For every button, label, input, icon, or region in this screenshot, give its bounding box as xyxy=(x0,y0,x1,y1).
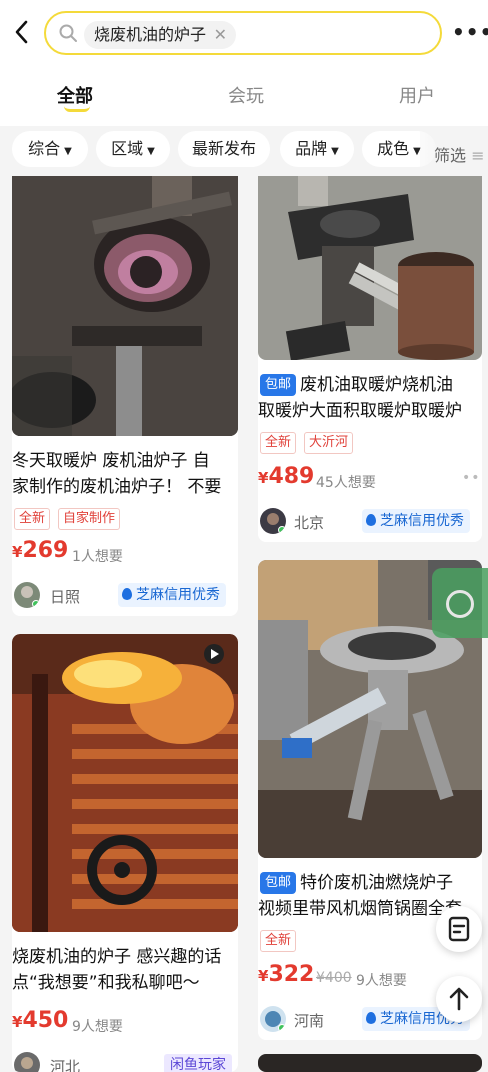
want-count: 1人想要 xyxy=(72,549,123,565)
sesame-credit-icon xyxy=(366,1012,376,1024)
tab-users[interactable]: 用户 xyxy=(399,82,435,108)
filter-latest[interactable]: 最新发布 xyxy=(178,131,270,167)
seller-location: 日照 xyxy=(50,588,81,606)
avatar[interactable] xyxy=(260,1006,286,1032)
online-dot xyxy=(278,526,286,534)
tab-all[interactable]: 全部 xyxy=(57,82,93,108)
caret-down-icon: ▼ xyxy=(64,146,72,157)
credit-badge: 芝麻信用优秀 xyxy=(362,509,470,533)
tab-fun[interactable]: 会玩 xyxy=(228,82,264,108)
more-dots-icon[interactable]: ••• xyxy=(462,470,482,486)
search-query-chip[interactable]: 烧废机油的炉子 ✕ xyxy=(84,21,237,49)
avatar[interactable] xyxy=(14,1052,40,1072)
filter-screen[interactable]: 筛选 ≡ xyxy=(434,142,485,166)
product-title[interactable]: 烧废机油的炉子 感兴趣的话 点“我想要”和我私聊吧～ xyxy=(12,944,238,996)
want-count: 9人想要 xyxy=(72,1019,123,1035)
seller-location: 北京 xyxy=(294,514,325,532)
search-query-text: 烧废机油的炉子 xyxy=(94,25,207,44)
product-card[interactable]: 冬天取暖炉 废机油炉子 自 家制作的废机油炉子！ 不要 全新 自家制作 ¥269… xyxy=(12,176,238,616)
sesame-credit-icon xyxy=(366,514,376,526)
filter-sort[interactable]: 综合 ▼ xyxy=(12,131,88,167)
next-product-card[interactable] xyxy=(258,1054,482,1072)
close-icon[interactable]: ✕ xyxy=(214,21,227,49)
search-box[interactable]: 烧废机油的炉子 ✕ xyxy=(44,11,442,55)
tab-active-indicator xyxy=(64,106,90,112)
original-price: ¥400 xyxy=(316,970,352,986)
tag-new: 全新 xyxy=(260,432,297,454)
credit-badge: 芝麻信用优秀 xyxy=(118,583,226,607)
product-card[interactable]: 烧废机油的炉子 感兴趣的话 点“我想要”和我私聊吧～ ¥450 9人想要 河北 … xyxy=(12,634,238,1072)
top-bar: 烧废机油的炉子 ✕ ••• xyxy=(0,0,488,64)
avatar[interactable] xyxy=(14,582,40,608)
tag-new: 全新 xyxy=(260,930,297,952)
product-photo[interactable] xyxy=(12,176,238,436)
want-count: 45人想要 xyxy=(316,475,376,491)
caret-down-icon: ▼ xyxy=(147,146,155,157)
online-dot xyxy=(32,600,40,608)
seller-location: 河北 xyxy=(50,1058,81,1072)
tag-new: 全新 xyxy=(14,508,51,530)
filter-region[interactable]: 区域 ▼ xyxy=(96,131,170,167)
product-price: ¥269 xyxy=(12,538,69,563)
floating-assistant-widget[interactable] xyxy=(432,568,488,638)
product-photo[interactable] xyxy=(12,634,238,932)
seller-location: 河南 xyxy=(294,1012,325,1030)
chevron-left-icon[interactable] xyxy=(12,18,36,46)
product-photo[interactable] xyxy=(258,176,482,360)
search-icon xyxy=(58,23,78,43)
more-dots-icon[interactable]: ••• xyxy=(452,20,488,44)
filter-lines-icon: ≡ xyxy=(471,146,485,165)
filter-brand[interactable]: 品牌 ▼ xyxy=(280,131,354,167)
sesame-credit-icon xyxy=(122,588,132,600)
note-edit-icon[interactable] xyxy=(436,906,482,952)
filter-bar: 综合 ▼ 区域 ▼ 最新发布 品牌 ▼ 成色 ▼ 筛选 ≡ xyxy=(0,126,488,176)
tag-homemade: 自家制作 xyxy=(58,508,121,530)
assistant-icon xyxy=(446,590,474,618)
avatar[interactable] xyxy=(260,508,286,534)
result-tabs: 全部 会玩 用户 xyxy=(0,64,488,126)
product-price: ¥450 xyxy=(12,1008,69,1033)
caret-down-icon: ▼ xyxy=(331,146,339,157)
product-title[interactable]: 冬天取暖炉 废机油炉子 自 家制作的废机油炉子！ 不要 xyxy=(12,448,238,500)
online-dot xyxy=(278,1024,286,1032)
product-card[interactable]: 包邮 废机油取暖炉烧机油 取暖炉大面积取暖炉取暖炉 全新 大沂河 ¥489 45… xyxy=(258,176,482,542)
want-count: 9人想要 xyxy=(356,973,407,989)
product-price: ¥489 xyxy=(258,464,315,489)
product-price: ¥322 xyxy=(258,962,315,987)
tag-brand: 大沂河 xyxy=(304,432,354,454)
player-badge: 闲鱼玩家 xyxy=(164,1054,232,1072)
arrow-up-icon[interactable] xyxy=(436,976,482,1022)
product-title[interactable]: 废机油取暖炉烧机油 取暖炉大面积取暖炉取暖炉 xyxy=(258,372,482,424)
